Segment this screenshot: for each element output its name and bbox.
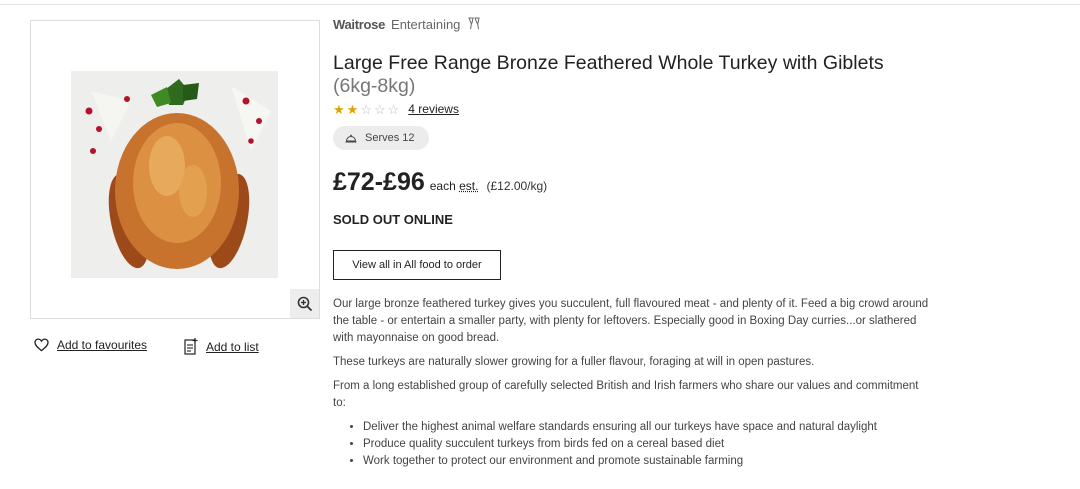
product-weight: (6kg-8kg) xyxy=(333,75,416,97)
zoom-button[interactable] xyxy=(290,289,319,318)
product-image-panel xyxy=(30,20,320,319)
heart-icon xyxy=(34,338,49,352)
price-each-est: each est. xyxy=(430,179,479,193)
description-list-item: Deliver the highest animal welfare stand… xyxy=(363,419,933,436)
star-empty-icon: ☆ xyxy=(387,101,400,117)
top-divider xyxy=(0,4,1080,5)
brand-sub: Entertaining xyxy=(391,16,461,32)
stock-status: SOLD OUT ONLINE xyxy=(333,212,453,227)
zoom-in-icon xyxy=(297,296,312,311)
add-to-list-label: Add to list xyxy=(206,339,259,354)
product-title: Large Free Range Bronze Feathered Whole … xyxy=(333,52,933,98)
serves-label: Serves 12 xyxy=(365,132,415,144)
star-rating: ★ ★ ☆ ☆ ☆ xyxy=(333,103,399,116)
add-to-list-button[interactable]: Add to list xyxy=(184,338,259,355)
description-list-item: Produce quality succulent turkeys from b… xyxy=(363,436,933,453)
champagne-glasses-icon xyxy=(468,17,481,30)
price-amount: £72-£96 xyxy=(333,168,425,196)
description-list: Deliver the highest animal welfare stand… xyxy=(333,419,933,470)
star-filled-icon: ★ xyxy=(333,101,345,117)
add-to-list-icon xyxy=(184,338,198,355)
star-empty-icon: ☆ xyxy=(360,101,372,117)
reviews-link[interactable]: 4 reviews xyxy=(408,102,459,116)
product-title-text: Large Free Range Bronze Feathered Whole … xyxy=(333,52,884,74)
brand-name: Waitrose xyxy=(333,16,386,32)
product-description: Our large bronze feathered turkey gives … xyxy=(333,296,933,470)
brand-line: Waitrose Entertaining xyxy=(333,16,482,32)
add-to-favourites-button[interactable]: Add to favourites xyxy=(34,338,147,352)
price-est: est. xyxy=(459,179,479,193)
star-empty-icon: ☆ xyxy=(373,101,386,117)
description-paragraph: Our large bronze feathered turkey gives … xyxy=(333,298,929,344)
add-to-favourites-label: Add to favourites xyxy=(57,338,148,352)
description-list-item: Work together to protect our environment… xyxy=(363,453,933,470)
description-paragraph: These turkeys are naturally slower growi… xyxy=(333,356,815,368)
price-each: each xyxy=(429,179,456,193)
price-per-kg: (£12.00/kg) xyxy=(486,179,548,193)
price-row: £72-£96 each est. (£12.00/kg) xyxy=(333,168,547,197)
description-paragraph: From a long established group of careful… xyxy=(333,380,919,409)
serving-dome-icon xyxy=(345,134,357,143)
view-all-button[interactable]: View all in All food to order xyxy=(333,250,501,280)
serves-badge: Serves 12 xyxy=(333,126,429,150)
product-image[interactable] xyxy=(71,71,278,278)
star-filled-icon: ★ xyxy=(346,101,359,117)
rating-row: ★ ★ ☆ ☆ ☆ 4 reviews xyxy=(333,102,459,116)
